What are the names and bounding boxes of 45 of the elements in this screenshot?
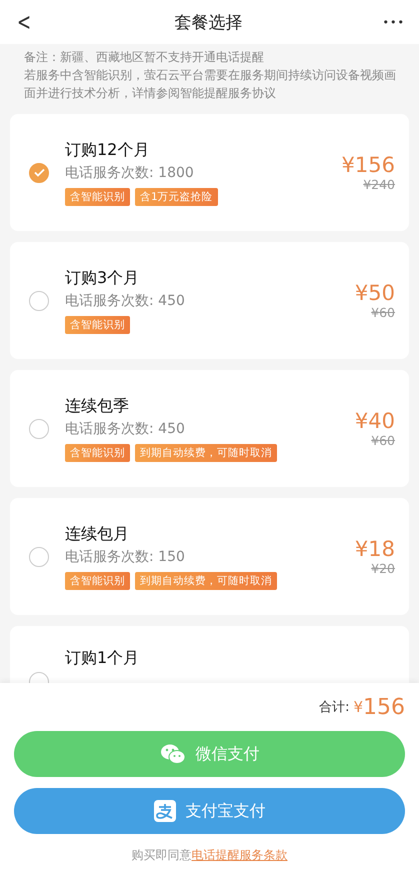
call-count: 电话服务次数: 450 (65, 292, 186, 310)
feature-tag: 含智能识别 (65, 188, 130, 206)
total-amount: 156 (363, 694, 405, 720)
more-button[interactable]: ••• (382, 16, 405, 28)
plan-title: 订购1个月 (65, 648, 140, 669)
plan-price: ¥50 (354, 281, 395, 305)
radio-button[interactable] (29, 290, 49, 310)
feature-tag: 含智能识别 (65, 444, 130, 462)
chat-bubbles-icon (160, 743, 186, 765)
check-icon (34, 168, 44, 177)
feature-tag: 到期自动续费，可随时取消 (135, 572, 277, 590)
plan-card[interactable]: 订购12个月 电话服务次数: 1800 含智能识别 含1万元盗抢险 ¥156 ¥240 (10, 114, 409, 231)
total-label: 合计: (319, 699, 350, 716)
plan-title: 连续包季 (65, 396, 130, 416)
plan-title: 订购3个月 (65, 268, 140, 288)
plan-card[interactable]: 订购3个月 电话服务次数: 450 含智能识别 ¥50 ¥60 (10, 242, 409, 359)
call-count: 电话服务次数: 1800 (65, 164, 195, 182)
radio-button[interactable] (29, 418, 49, 438)
plan-card[interactable]: 连续包季 电话服务次数: 450 含智能识别 到期自动续费，可随时取消 ¥40 ¥60 (10, 370, 409, 487)
plan-title: 连续包月 (65, 524, 130, 544)
terms-text: 购买即同意电话提醒服务条款 (130, 847, 288, 864)
original-price: ¥240 (363, 177, 395, 192)
feature-tag: 含1万元盗抢险 (135, 188, 218, 206)
original-price: ¥60 (371, 433, 395, 448)
call-count: 电话服务次数: 450 (65, 420, 186, 438)
page-title: 套餐选择 (174, 12, 242, 34)
note-text: 若服务中含智能识别，萤石云平台需要在服务期间持续访问设备视频画面并进行技术分析，详情参阅智能提醒服务协议 (24, 67, 397, 102)
plan-price: ¥40 (354, 409, 395, 433)
plan-price: ¥18 (354, 537, 395, 561)
plan-title: 订购12个月 (65, 140, 150, 160)
plan-price: ¥156 (342, 153, 395, 177)
wallet-logo-icon (154, 800, 176, 822)
currency-sign: ¥ (353, 698, 363, 716)
original-price: ¥20 (371, 561, 395, 576)
original-price: ¥60 (371, 305, 395, 320)
call-count: 电话服务次数: 150 (65, 548, 186, 566)
feature-tag: 含智能识别 (65, 572, 130, 590)
feature-tag: 含智能识别 (65, 316, 130, 334)
radio-button[interactable] (29, 546, 49, 566)
note-text: 备注：新疆、西藏地区暂不支持开通电话提醒 (24, 49, 265, 66)
plan-card[interactable]: 订购1个月 (10, 626, 409, 683)
back-button[interactable]: < (17, 8, 32, 36)
feature-tag: 到期自动续费，可随时取消 (135, 444, 277, 462)
radio-button[interactable] (29, 162, 49, 182)
plan-card[interactable]: 连续包月 电话服务次数: 150 含智能识别 到期自动续费，可随时取消 ¥18 ¥20 (10, 498, 409, 615)
